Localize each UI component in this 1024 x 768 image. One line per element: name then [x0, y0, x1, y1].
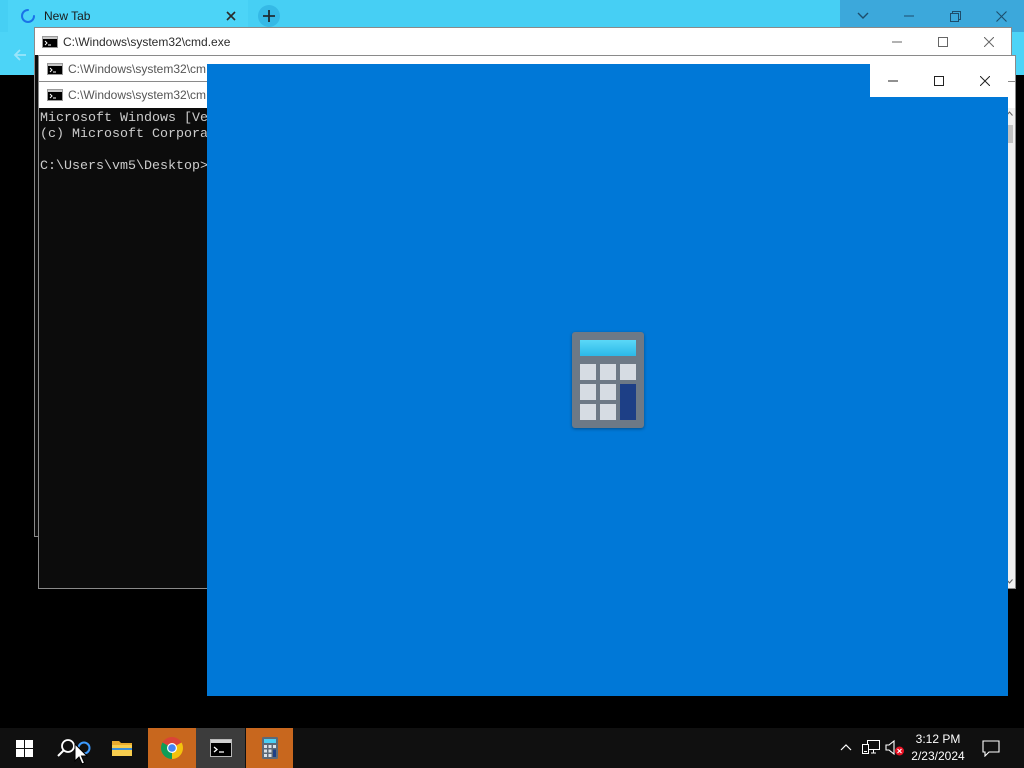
close-button[interactable] — [962, 64, 1008, 97]
window-title: C:\Windows\system32\cm — [68, 88, 207, 102]
volume-muted-icon[interactable] — [885, 739, 905, 757]
clock[interactable]: 3:12 PM 2/23/2024 — [906, 728, 970, 768]
command-prompt-icon — [47, 63, 63, 75]
minimize-icon — [888, 80, 898, 82]
back-arrow-icon — [13, 49, 26, 61]
close-button[interactable] — [966, 28, 1012, 55]
maximize-icon — [938, 36, 948, 47]
command-prompt-icon — [42, 36, 58, 48]
console-line: (c) Microsoft Corpora — [40, 127, 208, 142]
calculator-key — [580, 404, 596, 420]
close-icon — [980, 75, 990, 86]
chevron-down-icon — [857, 12, 869, 20]
console-prompt: C:\Users\vm5\Desktop> — [40, 159, 208, 174]
command-prompt-icon — [209, 739, 232, 757]
minimize-button[interactable] — [870, 64, 916, 97]
taskbar: 3:12 PM 2/23/2024 — [0, 728, 1024, 768]
calculator-taskbar-button[interactable] — [246, 728, 293, 768]
action-center-icon — [982, 740, 1000, 757]
action-center-button[interactable] — [982, 740, 1000, 757]
minimize-button[interactable] — [874, 28, 920, 55]
maximize-button[interactable] — [916, 64, 962, 97]
calculator-key — [600, 364, 616, 380]
minimize-icon — [904, 15, 914, 17]
command-prompt-icon — [47, 89, 63, 101]
console-line: Microsoft Windows [Ve — [40, 111, 208, 126]
new-tab-button[interactable] — [257, 4, 281, 28]
network-icon[interactable] — [862, 740, 880, 756]
chrome-taskbar-button[interactable] — [148, 728, 196, 768]
calculator-key — [580, 364, 596, 380]
maximize-icon — [934, 75, 944, 86]
command-prompt-taskbar-button[interactable] — [196, 728, 245, 768]
close-icon — [995, 10, 1007, 22]
close-icon — [984, 36, 994, 47]
calculator-key — [580, 384, 596, 400]
title-bar[interactable]: C:\Windows\system32\cmd.exe — [35, 28, 1011, 55]
mouse-cursor-icon — [74, 743, 88, 765]
window-title: C:\Windows\system32\cmd.exe — [63, 35, 231, 49]
spinner-icon — [20, 8, 36, 24]
calculator-key — [600, 404, 616, 420]
file-explorer-button[interactable] — [98, 728, 146, 768]
restore-icon — [949, 10, 961, 22]
calculator-key — [620, 364, 636, 380]
chrome-icon — [161, 737, 183, 759]
calculator-window[interactable] — [207, 64, 1008, 696]
tab-title: New Tab — [44, 9, 91, 23]
file-explorer-icon — [111, 739, 133, 757]
calculator-icon — [572, 332, 644, 428]
maximize-button[interactable] — [920, 28, 966, 55]
start-button[interactable] — [0, 728, 48, 768]
back-button[interactable] — [12, 47, 28, 63]
windows-logo-icon — [15, 739, 33, 757]
minimize-icon — [892, 41, 902, 43]
show-hidden-icons-button[interactable] — [838, 742, 854, 754]
clock-date: 2/23/2024 — [911, 749, 965, 763]
clock-time: 3:12 PM — [915, 732, 961, 746]
tab-close-icon[interactable] — [224, 9, 238, 23]
calculator-caption-buttons — [870, 64, 1008, 97]
calculator-display — [580, 340, 636, 356]
calculator-equals-key — [620, 384, 636, 420]
calculator-icon — [261, 737, 278, 759]
window-title: C:\Windows\system32\cm — [68, 62, 207, 76]
chevron-up-icon — [840, 744, 852, 751]
search-button[interactable] — [48, 728, 98, 768]
calculator-key — [600, 384, 616, 400]
